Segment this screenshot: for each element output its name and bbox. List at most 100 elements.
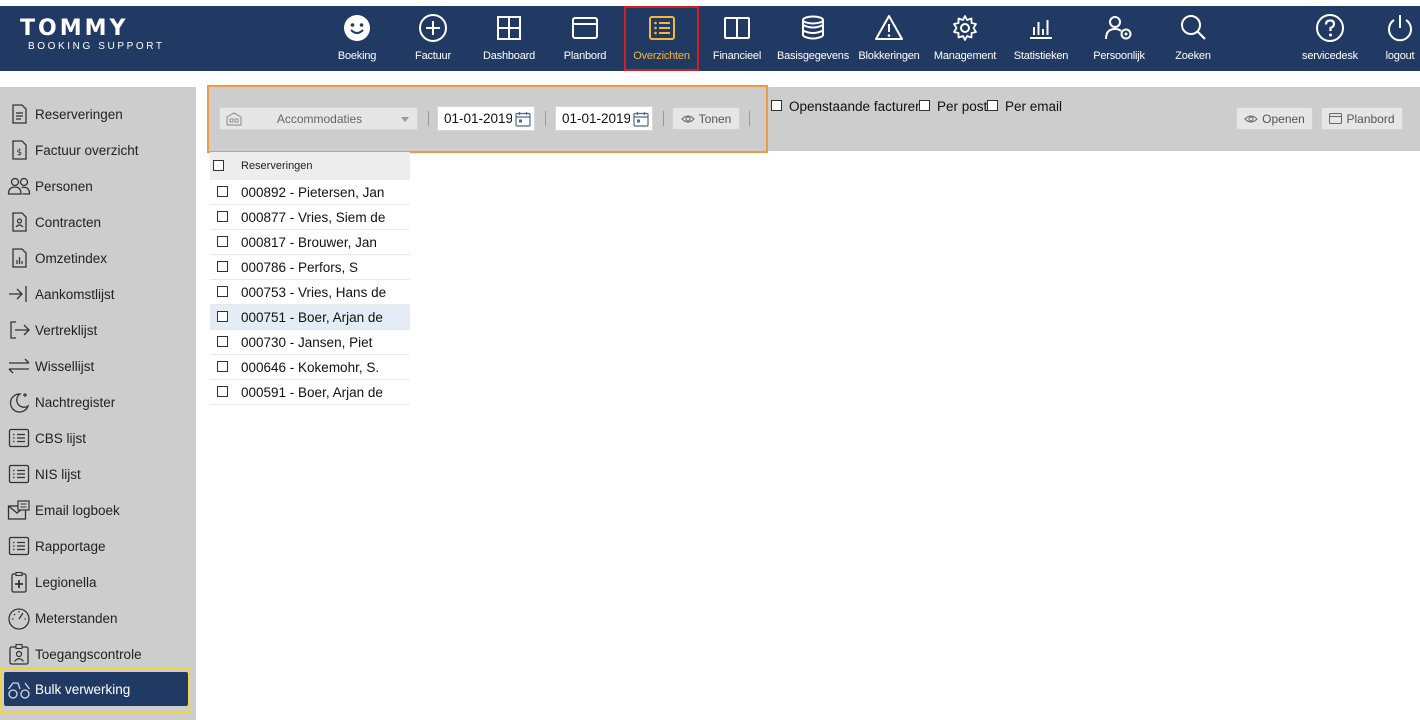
sidebar-item-label: Email logboek <box>35 502 120 518</box>
per-post-checkbox[interactable] <box>919 100 930 111</box>
show-button[interactable]: Tonen <box>672 107 740 130</box>
gear-icon <box>953 15 977 41</box>
calendar-icon[interactable] <box>632 110 650 128</box>
sidebar-item-nachtregister[interactable]: Nachtregister <box>4 385 188 419</box>
list-item[interactable]: 000646 - Kokemohr, S. <box>210 355 410 380</box>
open-button-label: Openen <box>1262 111 1305 126</box>
sidebar-item-label: Personen <box>35 178 93 194</box>
row-checkbox[interactable] <box>217 236 228 247</box>
list-item[interactable]: 000892 - Pietersen, Jan <box>210 180 410 205</box>
list-item[interactable]: 000786 - Perfors, S <box>210 255 410 280</box>
nav-zoeken[interactable]: Zoeken <box>1163 6 1223 71</box>
planbord-button[interactable]: Planbord <box>1321 107 1403 130</box>
select-all-checkbox[interactable] <box>213 160 224 171</box>
row-checkbox[interactable] <box>217 386 228 397</box>
chevron-down-icon <box>401 117 409 122</box>
list-item[interactable]: 000877 - Vries, Siem de <box>210 205 410 230</box>
open-invoices-checkbox[interactable] <box>771 100 782 111</box>
nav-blokkeringen[interactable]: Blokkeringen <box>857 6 921 71</box>
row-checkbox[interactable] <box>217 286 228 297</box>
sidebar-item-vertreklijst[interactable]: Vertreklijst <box>4 313 188 347</box>
accommodation-select-placeholder: Accommodaties <box>276 111 363 126</box>
date-from-value: 01-01-2019 <box>444 111 512 126</box>
sidebar-item-label: Nachtregister <box>35 394 116 410</box>
sidebar-item-cbs-lijst[interactable]: CBS lijst <box>4 421 188 455</box>
row-checkbox[interactable] <box>217 211 228 222</box>
sidebar-item-omzetindex[interactable]: Omzetindex <box>4 241 188 275</box>
list-item[interactable]: 000753 - Vries, Hans de <box>210 280 410 305</box>
open-invoices-label: Openstaande facturen <box>789 99 923 114</box>
email-icon <box>7 500 30 520</box>
nav-label: Planbord <box>563 50 607 62</box>
sidebar-item-label: NIS lijst <box>35 466 81 482</box>
sidebar-item-aankomstlijst[interactable]: Aankomstlijst <box>4 277 188 311</box>
nav-persoonlijk[interactable]: Persoonlijk <box>1087 6 1151 71</box>
show-button-label: Tonen <box>698 111 732 126</box>
sidebar-item-rapportage[interactable]: Rapportage <box>4 529 188 563</box>
per-email-checkbox[interactable] <box>987 100 998 111</box>
sidebar-item-nis-lijst[interactable]: NIS lijst <box>4 457 188 491</box>
accommodation-select[interactable]: Accommodaties <box>219 107 418 130</box>
sidebar-item-toegangscontrole[interactable]: Toegangscontrole <box>4 637 188 671</box>
plus-circle-icon <box>419 14 447 42</box>
list-icon <box>648 16 675 40</box>
bar-chart-icon <box>1030 20 1052 39</box>
nav-label: Factuur <box>415 50 451 62</box>
list-item[interactable]: 000591 - Boer, Arjan de <box>210 380 410 405</box>
date-from-input[interactable]: 01-01-2019 <box>437 106 535 131</box>
sidebar-item-factuur-overzicht[interactable]: $ Factuur overzicht <box>4 133 188 167</box>
sidebar-item-personen[interactable]: Personen <box>4 169 188 203</box>
row-checkbox[interactable] <box>217 311 228 322</box>
sidebar-item-label: Vertreklijst <box>35 322 98 338</box>
nav-overzichten[interactable]: Overzichten <box>624 6 699 71</box>
per-email-label: Per email <box>1005 99 1063 114</box>
row-checkbox[interactable] <box>217 186 228 197</box>
nav-dashboard[interactable]: Dashboard <box>479 6 539 71</box>
list-item-label: 000730 - Jansen, Piet <box>241 335 373 350</box>
row-checkbox[interactable] <box>217 361 228 372</box>
sidebar-item-reserveringen[interactable]: Reserveringen <box>4 97 188 131</box>
sidebar-item-legionella[interactable]: Legionella <box>4 565 188 599</box>
sidebar-item-email-logboek[interactable]: Email logboek <box>4 493 188 527</box>
list-item-label: 000646 - Kokemohr, S. <box>241 360 380 375</box>
people-icon <box>7 177 31 195</box>
nav-logout[interactable]: logout <box>1378 6 1420 71</box>
nav-financieel[interactable]: Financieel <box>707 6 767 71</box>
sidebar-item-meterstanden[interactable]: Meterstanden <box>4 601 188 635</box>
power-icon <box>1388 15 1412 42</box>
per-post-label: Per post <box>937 99 988 114</box>
tommy-logo[interactable]: TOMMY BOOKING SUPPORT <box>20 18 190 58</box>
list-item-selected[interactable]: 000751 - Boer, Arjan de <box>210 305 410 330</box>
sidebar-item-contracten[interactable]: Contracten <box>4 205 188 239</box>
sidebar-item-label: Contracten <box>35 214 102 230</box>
sidebar-item-wissellijst[interactable]: Wissellijst <box>4 349 188 383</box>
nav-label: logout <box>1385 50 1415 62</box>
open-button[interactable]: Openen <box>1236 107 1313 130</box>
nav-boeking[interactable]: Boeking <box>327 6 387 71</box>
list-item[interactable]: 000730 - Jansen, Piet <box>210 330 410 355</box>
columns-icon <box>724 17 750 39</box>
calendar-icon[interactable] <box>514 110 532 128</box>
date-to-input[interactable]: 01-01-2019 <box>555 106 653 131</box>
row-checkbox[interactable] <box>217 336 228 347</box>
separator <box>749 111 750 126</box>
nav-label: Management <box>933 50 997 62</box>
row-checkbox[interactable] <box>217 261 228 272</box>
list-item-label: 000817 - Brouwer, Jan <box>241 235 377 250</box>
list-item[interactable]: 000817 - Brouwer, Jan <box>210 230 410 255</box>
nav-statistieken[interactable]: Statistieken <box>1010 6 1072 71</box>
nav-label: Dashboard <box>482 50 535 62</box>
contract-icon <box>12 212 27 232</box>
nav-basisgegevens[interactable]: Basisgegevens <box>775 6 851 71</box>
top-navigation-bar: TOMMY BOOKING SUPPORT Boeking Factuur Da… <box>0 6 1420 71</box>
eye-icon <box>1244 115 1258 122</box>
nav-planbord[interactable]: Planbord <box>555 6 615 71</box>
window-icon <box>572 17 598 39</box>
nav-servicedesk[interactable]: servicedesk <box>1297 6 1363 71</box>
planbord-button-label: Planbord <box>1346 111 1395 126</box>
list-icon <box>8 464 30 484</box>
nav-factuur[interactable]: Factuur <box>403 6 463 71</box>
logo-main-text: TOMMY <box>20 16 129 41</box>
nav-management[interactable]: Management <box>931 6 999 71</box>
sidebar-item-label: CBS lijst <box>35 430 87 446</box>
